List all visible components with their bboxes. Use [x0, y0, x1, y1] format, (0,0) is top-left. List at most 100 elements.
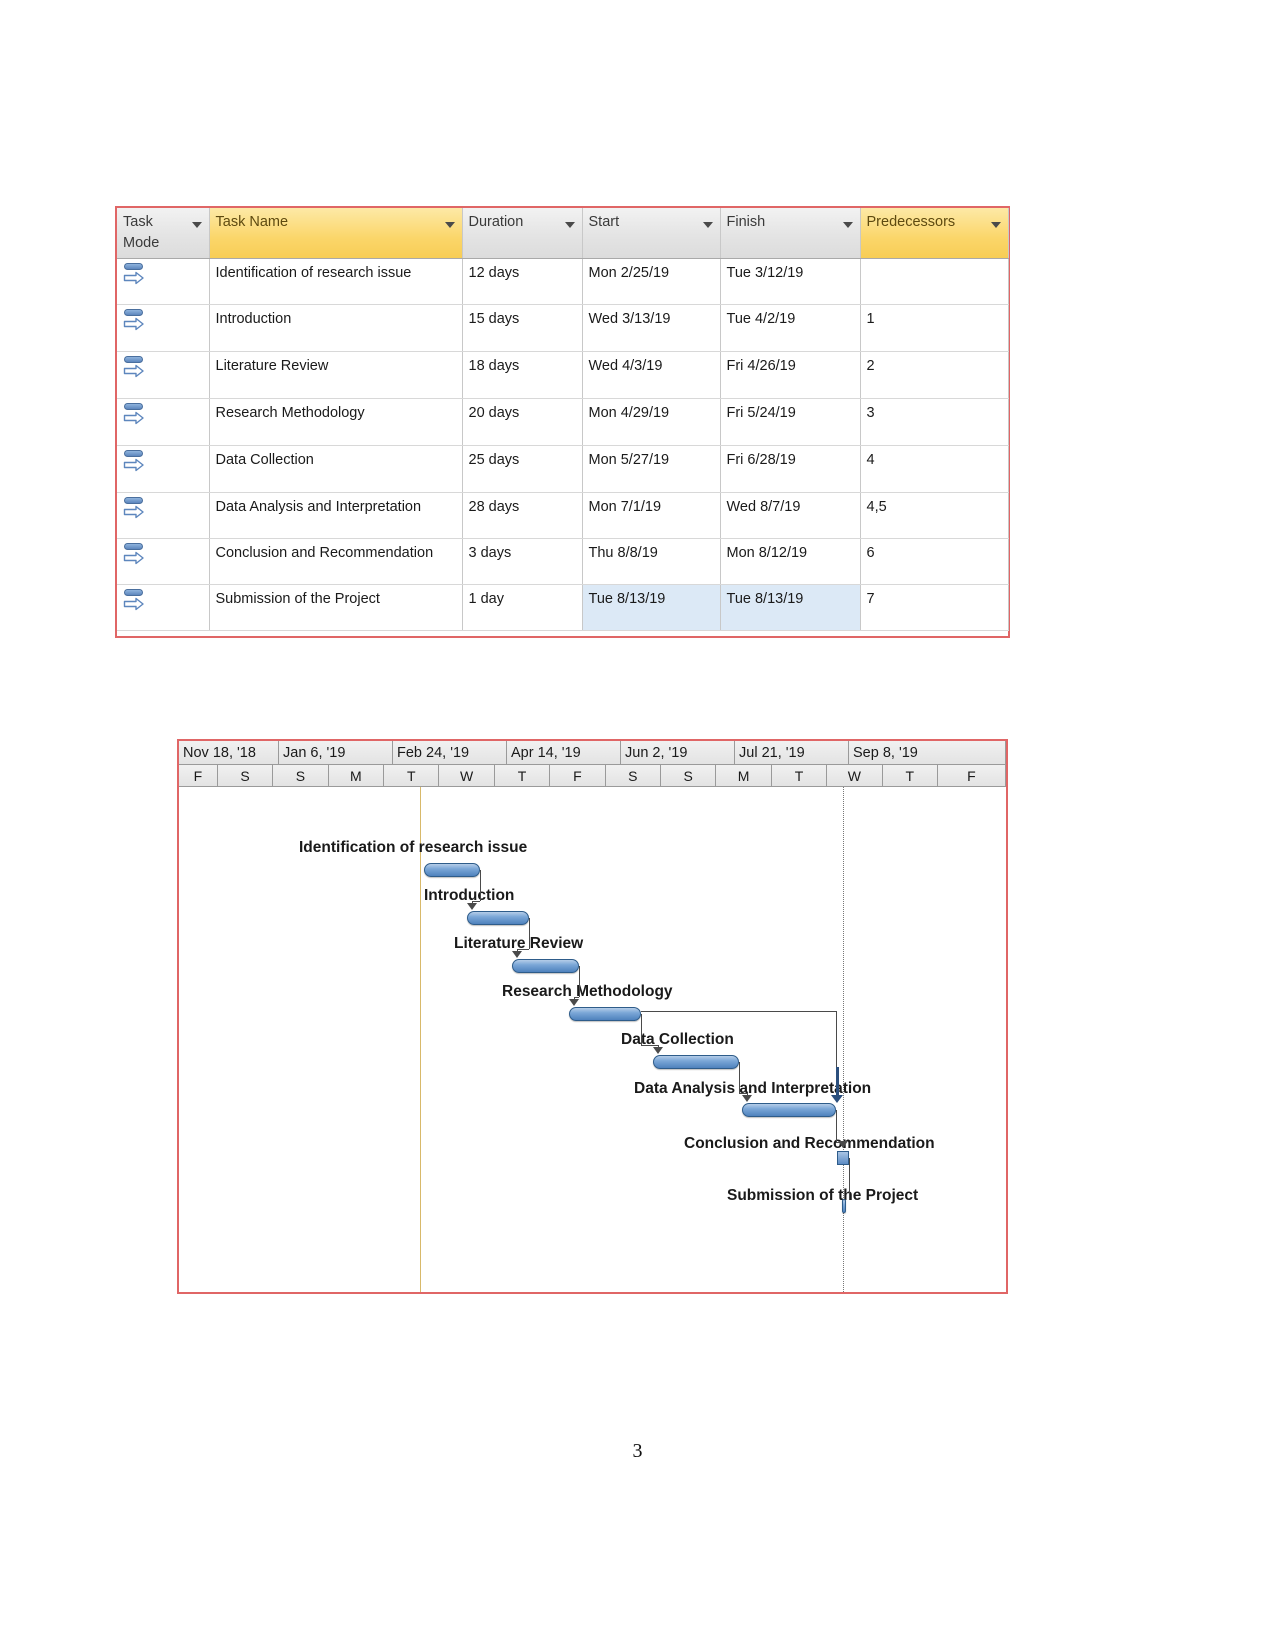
cell-task-mode[interactable] [117, 304, 210, 353]
cell-task-name[interactable]: Literature Review [209, 351, 463, 400]
cell-task-name[interactable]: Identification of research issue [209, 258, 463, 306]
table-row[interactable]: Literature Review 18 days Wed 4/3/19 Fri 4/… [117, 351, 1009, 400]
cell-duration[interactable]: 12 days [462, 258, 583, 306]
gantt-plot-area[interactable]: Identification of research issue Introduc… [179, 787, 1006, 1292]
filter-dropdown-icon[interactable] [191, 222, 202, 228]
cell-duration[interactable]: 20 days [462, 398, 583, 447]
gantt-bar[interactable] [653, 1055, 739, 1069]
column-header-finish[interactable]: Finish [720, 208, 861, 260]
cell-finish[interactable]: Mon 8/12/19 [720, 538, 861, 586]
gantt-bar[interactable] [569, 1007, 641, 1021]
table-header-row: Task Mode Task Name Duration Start Finis… [117, 208, 1009, 260]
gantt-bar[interactable] [512, 959, 579, 973]
cell-task-mode[interactable] [117, 538, 210, 586]
cell-duration[interactable]: 25 days [462, 445, 583, 494]
column-header-predecessors[interactable]: Predecessors [860, 208, 1009, 260]
cell-task-name[interactable]: Data Collection [209, 445, 463, 494]
cell-finish[interactable]: Wed 8/7/19 [720, 492, 861, 540]
table-row[interactable]: Introduction 15 days Wed 3/13/19 Tue 4/2/19… [117, 304, 1009, 353]
cell-finish[interactable]: Fri 6/28/19 [720, 445, 861, 494]
timeline-minor-cell: F [550, 765, 606, 787]
cell-duration[interactable]: 15 days [462, 304, 583, 353]
dependency-link-long [641, 1011, 837, 1013]
dependency-link [739, 1062, 741, 1093]
gantt-bar[interactable] [467, 911, 529, 925]
filter-dropdown-icon[interactable] [564, 222, 575, 228]
cell-predecessors[interactable]: 6 [860, 538, 1009, 586]
timeline-major-cell: Jul 21, '19 [735, 741, 849, 765]
column-header-task-mode-label: Task Mode [123, 214, 160, 252]
cell-duration[interactable]: 28 days [462, 492, 583, 540]
cell-start[interactable]: Mon 5/27/19 [582, 445, 721, 494]
cell-finish[interactable]: Tue 3/12/19 [720, 258, 861, 306]
table-row[interactable]: Submission of the Project 1 day Tue 8/13/1… [117, 584, 1009, 632]
auto-schedule-icon [123, 450, 149, 476]
cell-finish[interactable]: Fri 4/26/19 [720, 351, 861, 400]
column-header-finish-label: Finish [726, 214, 766, 230]
gantt-bar[interactable] [424, 863, 480, 877]
table-row[interactable]: Identification of research issue 12 days M… [117, 258, 1009, 306]
dependency-link-long [836, 1067, 839, 1097]
gantt-bar-label: Conclusion and Recommendation [684, 1135, 935, 1152]
cell-start[interactable]: Mon 4/29/19 [582, 398, 721, 447]
cell-task-mode[interactable] [117, 445, 210, 494]
column-header-task-mode[interactable]: Task Mode [117, 208, 210, 260]
cell-task-mode[interactable] [117, 351, 210, 400]
table-row[interactable]: Research Methodology 20 days Mon 4/29/19 Fr… [117, 398, 1009, 447]
timeline-minor-cell: S [217, 765, 274, 787]
cell-predecessors[interactable] [860, 258, 1009, 306]
cell-task-mode[interactable] [117, 258, 210, 306]
gantt-bar-label: Data Collection [621, 1031, 734, 1048]
dependency-arrow [512, 951, 522, 958]
dependency-link [480, 870, 482, 901]
filter-dropdown-icon[interactable] [842, 222, 853, 228]
gantt-bar[interactable] [742, 1103, 836, 1117]
gantt-bar-label: Research Methodology [502, 983, 673, 1000]
timeline-minor-cell: T [494, 765, 551, 787]
today-line [843, 787, 844, 1292]
cell-duration[interactable]: 1 day [462, 584, 583, 632]
cell-predecessors[interactable]: 2 [860, 351, 1009, 400]
cell-task-name[interactable]: Data Analysis and Interpretation [209, 492, 463, 540]
gantt-milestone[interactable] [837, 1151, 849, 1165]
cell-task-mode[interactable] [117, 398, 210, 447]
cell-start[interactable]: Wed 3/13/19 [582, 304, 721, 353]
cell-task-name[interactable]: Submission of the Project [209, 584, 463, 632]
filter-dropdown-icon[interactable] [990, 222, 1001, 228]
cell-start[interactable]: Mon 2/25/19 [582, 258, 721, 306]
filter-dropdown-icon[interactable] [702, 222, 713, 228]
table-row[interactable]: Data Collection 25 days Mon 5/27/19 Fri 6/2… [117, 445, 1009, 494]
auto-schedule-icon [123, 497, 149, 523]
timeline-minor-cell: T [384, 765, 440, 787]
table-row[interactable]: Conclusion and Recommendation 3 days Thu 8… [117, 538, 1009, 586]
cell-start[interactable]: Wed 4/3/19 [582, 351, 721, 400]
table-row[interactable]: Data Analysis and Interpretation 28 days M… [117, 492, 1009, 540]
task-table: Task Mode Task Name Duration Start Finis… [117, 208, 1009, 632]
column-header-start[interactable]: Start [582, 208, 721, 260]
gantt-milestone-end[interactable] [842, 1199, 846, 1213]
cell-predecessors[interactable]: 4 [860, 445, 1009, 494]
cell-predecessors[interactable]: 3 [860, 398, 1009, 447]
cell-start[interactable]: Tue 8/13/19 [582, 584, 721, 632]
column-header-duration[interactable]: Duration [462, 208, 583, 260]
cell-duration[interactable]: 18 days [462, 351, 583, 400]
cell-task-name[interactable]: Introduction [209, 304, 463, 353]
cell-task-name[interactable]: Conclusion and Recommendation [209, 538, 463, 586]
auto-schedule-icon [123, 309, 149, 335]
cell-task-name[interactable]: Research Methodology [209, 398, 463, 447]
cell-predecessors[interactable]: 7 [860, 584, 1009, 632]
cell-duration[interactable]: 3 days [462, 538, 583, 586]
column-header-task-name[interactable]: Task Name [209, 208, 463, 260]
cell-predecessors[interactable]: 1 [860, 304, 1009, 353]
cell-task-mode[interactable] [117, 584, 210, 632]
cell-start[interactable]: Mon 7/1/19 [582, 492, 721, 540]
cell-finish[interactable]: Tue 8/13/19 [720, 584, 861, 632]
cell-finish[interactable]: Fri 5/24/19 [720, 398, 861, 447]
gantt-bar-label: Identification of research issue [299, 839, 528, 856]
cell-start[interactable]: Thu 8/8/19 [582, 538, 721, 586]
filter-dropdown-icon[interactable] [444, 222, 455, 228]
cell-predecessors[interactable]: 4,5 [860, 492, 1009, 540]
dependency-link [641, 1014, 643, 1045]
cell-finish[interactable]: Tue 4/2/19 [720, 304, 861, 353]
cell-task-mode[interactable] [117, 492, 210, 540]
